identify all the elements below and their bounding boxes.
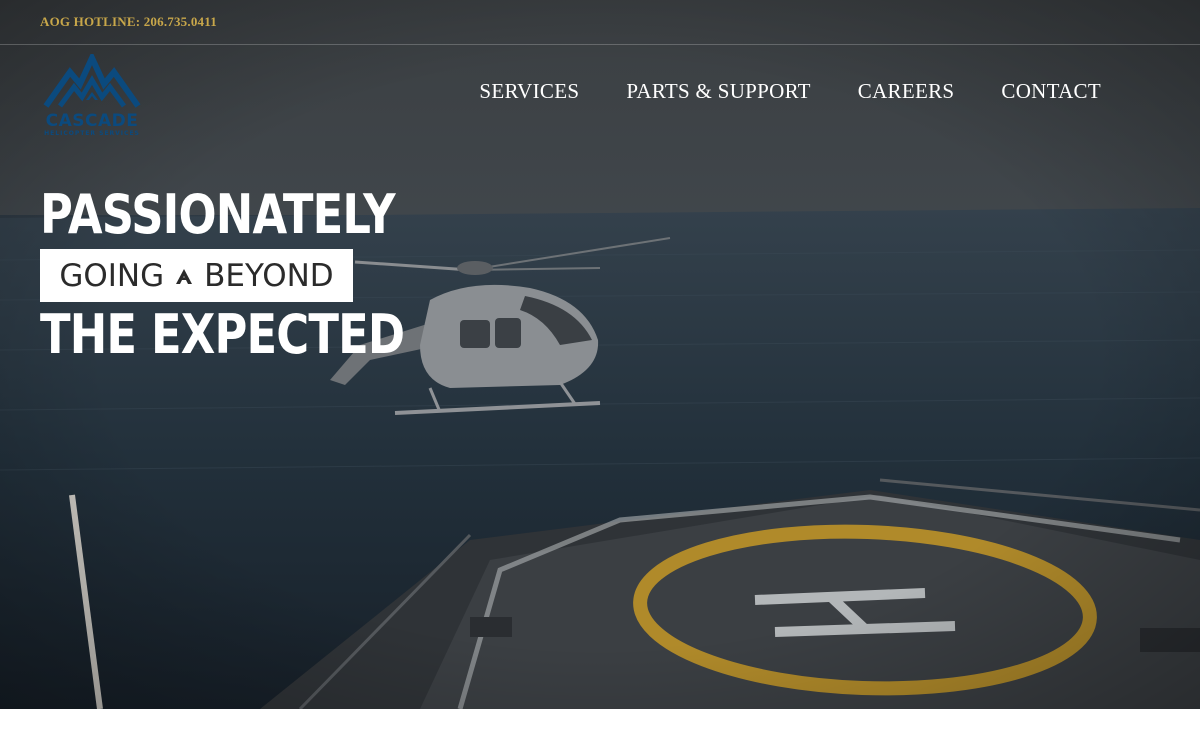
tagline-line-passionately: PASSIONATELY bbox=[40, 183, 396, 246]
cascade-logo[interactable]: CASCADE HELICOPTER SERVICES bbox=[40, 50, 144, 138]
logo-wordmark: CASCADE bbox=[46, 111, 139, 131]
tagline-word-going: GOING bbox=[59, 257, 165, 294]
cascade-mountain-icon: CASCADE HELICOPTER SERVICES bbox=[43, 50, 141, 137]
tagline-word-beyond: BEYOND bbox=[204, 257, 334, 294]
nav-item-services[interactable]: SERVICES bbox=[479, 79, 579, 104]
hero-tagline: PASSIONATELY GOING BEYOND THE EXPECTED bbox=[40, 183, 405, 366]
mountain-helicopter-icon bbox=[176, 268, 193, 284]
top-bar: AOG HOTLINE: 206.735.0411 bbox=[0, 0, 1200, 45]
tagline-line-the-expected: THE EXPECTED bbox=[40, 303, 405, 366]
hero-section: AOG HOTLINE: 206.735.0411 CASCADE HELICO… bbox=[0, 0, 1200, 709]
nav-item-parts-support[interactable]: PARTS & SUPPORT bbox=[626, 79, 810, 104]
nav-item-contact[interactable]: CONTACT bbox=[1001, 79, 1101, 104]
aog-hotline-link[interactable]: AOG HOTLINE: 206.735.0411 bbox=[40, 14, 217, 30]
logo-subtitle: HELICOPTER SERVICES bbox=[44, 130, 140, 137]
tagline-going-beyond-box: GOING BEYOND bbox=[40, 249, 353, 302]
main-navigation: SERVICES PARTS & SUPPORT CAREERS CONTACT bbox=[479, 79, 1101, 104]
page-bottom-strip bbox=[0, 709, 1200, 750]
nav-item-careers[interactable]: CAREERS bbox=[858, 79, 955, 104]
